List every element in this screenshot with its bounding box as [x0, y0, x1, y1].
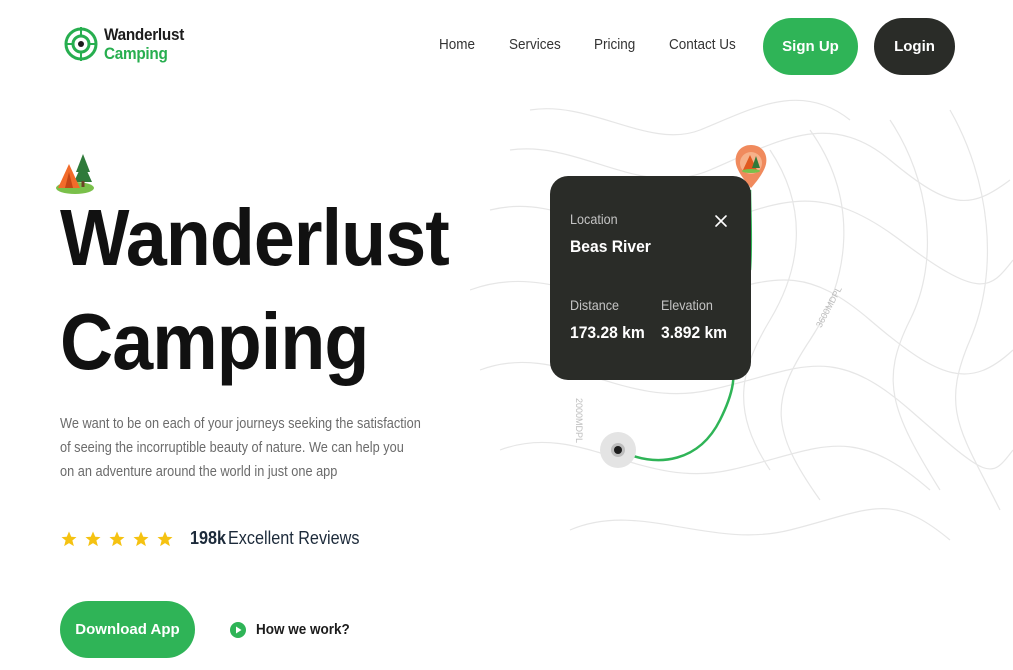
download-app-button[interactable]: Download App	[60, 601, 195, 658]
rating: 198k Excellent Reviews	[60, 528, 374, 549]
contour-label: 2000MDPL	[574, 398, 584, 443]
rating-count: 198k	[190, 528, 227, 548]
location-card: Location Beas River Distance 173.28 km E…	[550, 176, 751, 380]
location-value: Beas River	[570, 237, 651, 256]
close-icon[interactable]	[714, 214, 728, 228]
elevation-value: 3.892 km	[661, 323, 728, 342]
hero-description: We want to be on each of your journeys s…	[60, 416, 421, 480]
location-label: Location	[570, 211, 618, 227]
elevation-label: Elevation	[661, 297, 713, 313]
how-we-work-label: How we work?	[256, 621, 350, 638]
star-icon	[133, 531, 149, 546]
brand-name: Wanderlust	[104, 25, 185, 44]
login-button[interactable]: Login	[874, 18, 955, 75]
hero-title: Wanderlust Camping	[60, 186, 450, 394]
hero-title-line1: Wanderlust	[60, 193, 450, 282]
brand-logo[interactable]: Wanderlust Camping	[64, 22, 193, 66]
signup-button[interactable]: Sign Up	[763, 18, 858, 75]
rating-label: Excellent Reviews	[228, 528, 360, 548]
nav-pricing[interactable]: Pricing	[594, 36, 635, 53]
logo-icon	[64, 27, 98, 61]
distance-label: Distance	[570, 297, 620, 313]
star-icon	[157, 531, 173, 546]
star-icon	[109, 531, 125, 546]
nav-services[interactable]: Services	[509, 36, 561, 53]
how-we-work-link[interactable]: How we work?	[230, 621, 360, 638]
nav-contact[interactable]: Contact Us	[669, 36, 736, 53]
nav-home[interactable]: Home	[439, 36, 475, 53]
distance-value: 173.28 km	[570, 323, 645, 342]
star-icon	[61, 531, 77, 546]
play-icon	[230, 621, 246, 638]
star-icon	[85, 531, 101, 546]
hero-title-line2: Camping	[60, 297, 369, 386]
brand-subname: Camping	[104, 44, 168, 63]
